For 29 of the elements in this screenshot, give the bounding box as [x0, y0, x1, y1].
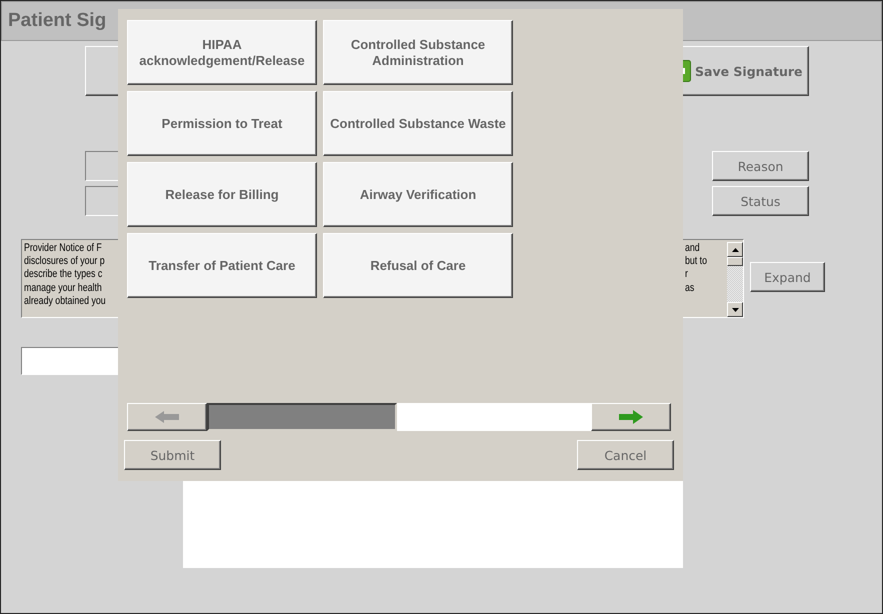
option-button[interactable]: Airway Verification	[323, 162, 513, 227]
scroll-left-button[interactable]	[127, 403, 207, 431]
option-button[interactable]: Controlled Substance Administration	[323, 20, 513, 85]
left-arrow-icon	[155, 411, 179, 423]
option-button[interactable]: Refusal of Care	[323, 233, 513, 298]
scroll-down-icon[interactable]	[727, 302, 743, 317]
reason-button[interactable]: Reason	[712, 151, 809, 181]
option-button[interactable]: HIPAA acknowledgement/Release	[127, 20, 317, 85]
notice-text: already obtained you	[24, 294, 106, 308]
notice-text: and	[685, 242, 700, 256]
notice-text: disclosures of your p	[24, 255, 105, 268]
option-button[interactable]: Release for Billing	[127, 162, 317, 227]
scrollbar-thumb[interactable]	[207, 403, 397, 431]
option-button[interactable]: Permission to Treat	[127, 91, 317, 156]
scroll-up-icon[interactable]	[727, 242, 743, 257]
notice-text: Provider Notice of F	[24, 242, 102, 256]
notice-text: describe the types c	[24, 268, 102, 282]
submit-button[interactable]: Submit	[124, 440, 221, 470]
option-button[interactable]: Transfer of Patient Care	[127, 233, 317, 298]
scroll-right-button[interactable]	[591, 403, 671, 431]
notice-text: r	[685, 268, 688, 282]
notice-text: but to	[685, 255, 708, 268]
status-button[interactable]: Status	[712, 186, 809, 216]
notice-text: manage your health	[24, 282, 102, 295]
right-arrow-icon	[619, 410, 643, 424]
notice-text: as	[685, 282, 694, 295]
cancel-button[interactable]: Cancel	[577, 440, 674, 470]
expand-button[interactable]: Expand	[750, 262, 825, 292]
option-button[interactable]: Controlled Substance Waste	[323, 91, 513, 156]
